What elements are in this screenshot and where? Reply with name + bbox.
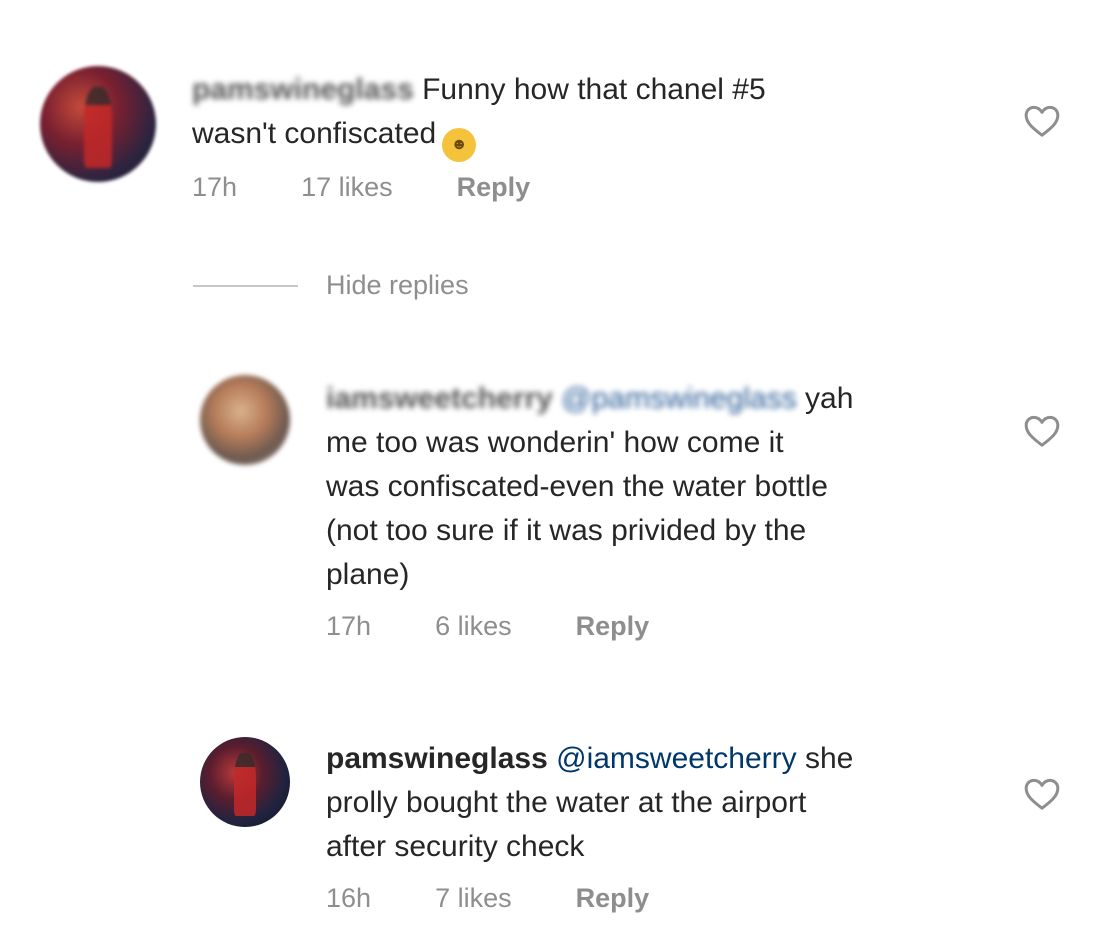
reply-meta: 16h 7 likes Reply bbox=[326, 883, 853, 914]
avatar[interactable] bbox=[40, 66, 156, 182]
reply-meta: 17h 6 likes Reply bbox=[326, 611, 853, 642]
comment-main: pamswineglass Funny how that chanel #5 w… bbox=[40, 66, 766, 203]
reply-username[interactable]: iamsweetcherry bbox=[326, 382, 553, 415]
avatar-figure bbox=[234, 753, 256, 817]
comment-text-line1: Funny how that chanel #5 bbox=[422, 73, 766, 106]
reply-time: 17h bbox=[326, 611, 372, 641]
reply-text-line: (not too sure if it was privided by the bbox=[326, 514, 807, 547]
hide-replies-divider bbox=[193, 284, 298, 287]
reply-body: pamswineglass @iamsweetcherry she prolly… bbox=[326, 737, 853, 914]
reply-time: 16h bbox=[326, 883, 372, 913]
heart-outline-icon[interactable] bbox=[1022, 774, 1062, 814]
heart-outline-icon[interactable] bbox=[1022, 101, 1062, 141]
comment-meta: 17h 17 likes Reply bbox=[192, 172, 766, 203]
reply-comment: iamsweetcherry @pamswineglass yah me too… bbox=[200, 375, 853, 642]
reply-button[interactable]: Reply bbox=[457, 172, 531, 203]
reply-mention[interactable]: @pamswineglass bbox=[561, 382, 797, 415]
smiling-face-emoji-icon: ☻ bbox=[442, 128, 477, 162]
comment-username[interactable]: pamswineglass bbox=[192, 73, 414, 106]
heart-outline-icon[interactable] bbox=[1022, 411, 1062, 451]
reply-text: iamsweetcherry @pamswineglass yah me too… bbox=[326, 377, 853, 597]
reply-likes[interactable]: 6 likes bbox=[435, 611, 512, 642]
reply-button[interactable]: Reply bbox=[576, 611, 650, 642]
reply-mention[interactable]: @iamsweetcherry bbox=[556, 742, 797, 775]
reply-body: iamsweetcherry @pamswineglass yah me too… bbox=[326, 377, 853, 642]
reply-text-line: prolly bought the water at the airport bbox=[326, 786, 807, 819]
comment-likes[interactable]: 17 likes bbox=[301, 172, 393, 203]
reply-text: pamswineglass @iamsweetcherry she prolly… bbox=[326, 737, 853, 869]
hide-replies-label: Hide replies bbox=[326, 270, 469, 300]
reply-text-tail: yah bbox=[805, 382, 854, 415]
comment-text: pamswineglass Funny how that chanel #5 w… bbox=[192, 68, 766, 162]
reply-text-line: plane) bbox=[326, 558, 410, 591]
reply-text-tail: she bbox=[804, 742, 854, 775]
reply-username[interactable]: pamswineglass bbox=[326, 742, 548, 775]
avatar[interactable] bbox=[200, 737, 290, 827]
reply-text-line: after security check bbox=[326, 830, 585, 863]
reply-likes[interactable]: 7 likes bbox=[435, 883, 512, 914]
comment-text-line2: wasn't confiscated bbox=[192, 117, 437, 150]
avatar[interactable] bbox=[200, 375, 290, 465]
reply-text-line: me too was wonderin' how come it bbox=[326, 426, 784, 459]
hide-replies-button[interactable]: Hide replies bbox=[193, 270, 469, 301]
reply-text-line: was confiscated-even the water bottle bbox=[326, 470, 828, 503]
reply-comment: pamswineglass @iamsweetcherry she prolly… bbox=[200, 737, 853, 914]
reply-button[interactable]: Reply bbox=[576, 883, 650, 914]
comment-time: 17h bbox=[192, 172, 238, 202]
comment-body: pamswineglass Funny how that chanel #5 w… bbox=[192, 68, 766, 203]
avatar-figure bbox=[84, 86, 112, 169]
